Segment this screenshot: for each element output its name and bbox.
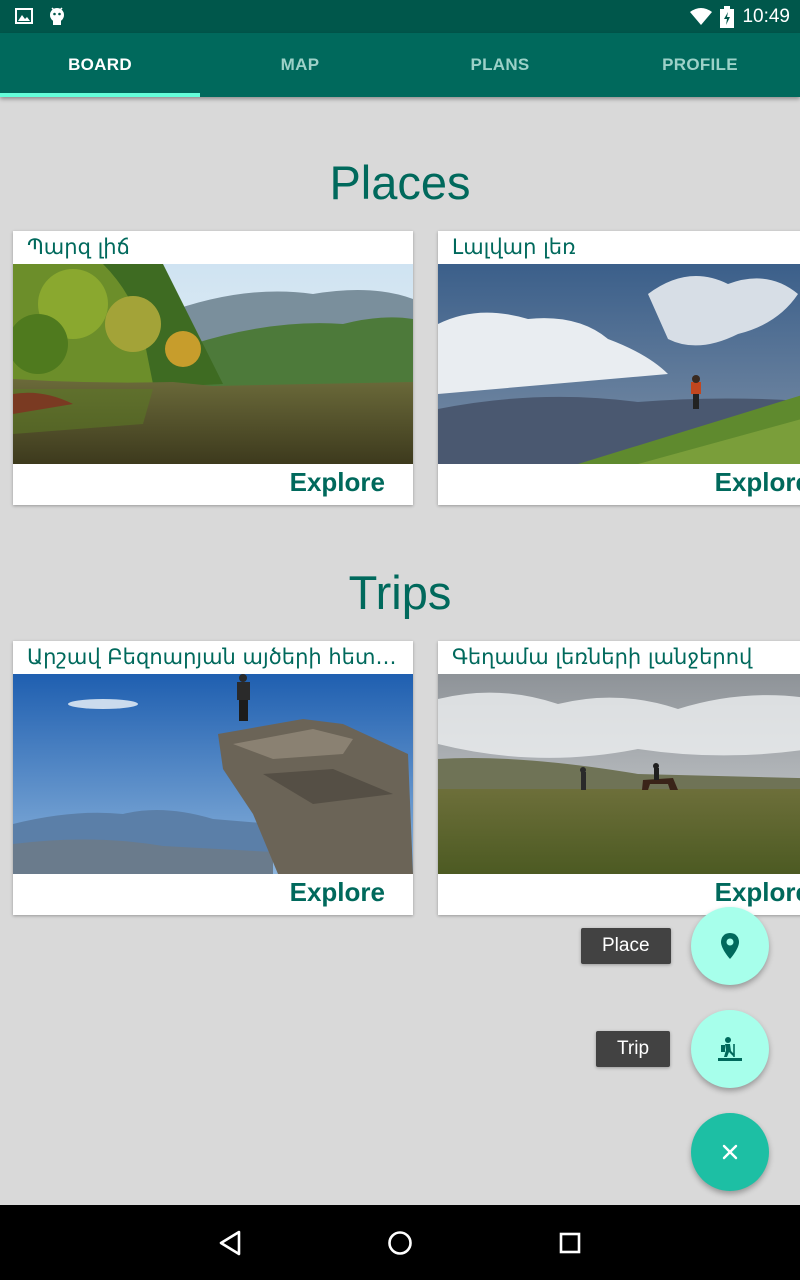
tab-plans[interactable]: PLANS (400, 33, 600, 97)
place-card[interactable]: Պարզ լիճ Explore (13, 231, 413, 505)
card-title: Գեղամա լեռների լանջերով (452, 645, 753, 669)
fab-place-label[interactable]: Place (581, 928, 671, 964)
card-title: Պարզ լիճ (27, 235, 130, 259)
recents-button[interactable] (552, 1225, 588, 1261)
explore-button[interactable]: Explore (290, 467, 385, 498)
add-trip-button[interactable] (691, 1010, 769, 1088)
android-icon (50, 7, 64, 25)
card-title: Լալվար լեռ (452, 235, 576, 259)
add-place-button[interactable] (691, 907, 769, 985)
card-title: Արշավ Բեզոարյան այծերի հետքերով (27, 645, 405, 669)
wifi-icon (690, 8, 713, 25)
explore-button[interactable]: Explore (715, 467, 800, 498)
back-icon (219, 1230, 241, 1256)
fab-trip-label[interactable]: Trip (596, 1031, 671, 1067)
places-section-title: Places (329, 156, 471, 209)
close-icon (722, 1144, 738, 1160)
card-image-lake (13, 264, 413, 464)
tab-profile[interactable]: PROFILE (600, 33, 800, 97)
place-card[interactable]: Լալվար լեռ Explore (438, 231, 800, 505)
battery-icon (720, 6, 735, 28)
trip-card[interactable]: Գեղամա լեռների լանջերով Explore (438, 641, 800, 915)
location-pin-icon (721, 933, 739, 959)
tab-indicator (0, 93, 200, 97)
fab-close-button[interactable] (691, 1113, 769, 1191)
status-bar: 10:49 (0, 0, 800, 33)
home-button[interactable] (382, 1225, 418, 1261)
explore-button[interactable]: Explore (290, 877, 385, 908)
trip-card[interactable]: Արշավ Բեզոարյան այծերի հետքերով Explore (13, 641, 413, 915)
trips-section-title: Trips (348, 566, 452, 619)
image-icon (15, 8, 33, 24)
tab-bar: BOARD MAP PLANS PROFILE (0, 33, 800, 97)
card-image-mountain (438, 264, 800, 464)
hiker-icon (718, 1037, 742, 1061)
explore-button[interactable]: Explore (715, 877, 800, 908)
card-image-meadow (438, 674, 800, 874)
system-nav-bar (0, 1205, 800, 1280)
card-image-cliff (13, 674, 413, 874)
tab-board[interactable]: BOARD (0, 33, 200, 97)
home-icon (388, 1231, 412, 1255)
recents-icon (559, 1232, 581, 1254)
tab-map[interactable]: MAP (200, 33, 400, 97)
back-button[interactable] (212, 1225, 248, 1261)
status-time: 10:49 (742, 6, 790, 27)
